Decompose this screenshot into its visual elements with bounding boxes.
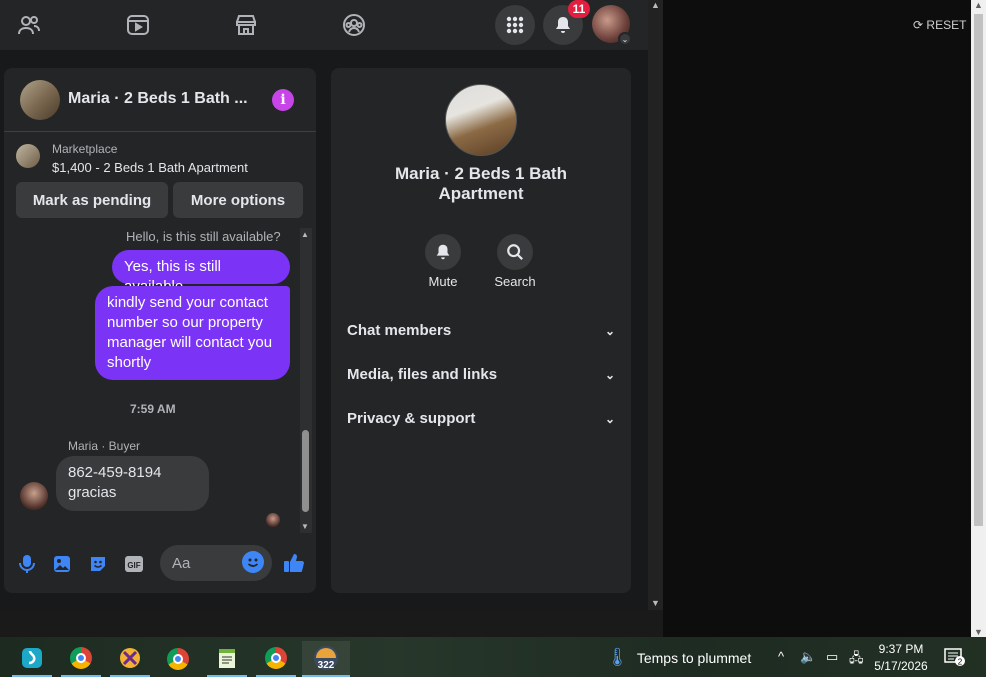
notification-center-icon[interactable]: 2 <box>944 647 966 670</box>
listing-title[interactable]: $1,400 - 2 Beds 1 Bath Apartment <box>52 160 248 175</box>
clock-date: 5/17/2026 <box>874 659 928 673</box>
message-list: Hello, is this still available? Yes, thi… <box>4 228 316 533</box>
lower-page-strip <box>0 610 663 637</box>
chat-scrollbar[interactable]: ▲ ▼ <box>300 228 312 533</box>
meet-now-icon[interactable]: ▭ <box>826 649 838 665</box>
friends-icon[interactable] <box>7 8 51 42</box>
scroll-down-arrow-icon[interactable]: ▼ <box>301 522 309 531</box>
volume-icon[interactable]: 🔈 <box>800 649 816 665</box>
window-scrollbar[interactable]: ▲ ▼ <box>971 0 986 637</box>
search-action[interactable]: Search <box>485 234 545 289</box>
scroll-up-arrow-icon[interactable]: ▲ <box>301 230 309 239</box>
chat-panel: Maria · 2 Beds 1 Bath ... i Marketplace … <box>4 68 316 593</box>
reset-button[interactable]: ⟳ RESET <box>913 18 966 32</box>
mute-label: Mute <box>428 274 458 289</box>
emoji-icon[interactable] <box>242 551 264 573</box>
conversation-info-panel: Maria · 2 Beds 1 Bath Apartment Mute Sea… <box>331 68 631 593</box>
groups-icon[interactable] <box>332 8 376 42</box>
sticker-icon[interactable] <box>87 553 109 575</box>
scroll-down-arrow-icon[interactable]: ▼ <box>974 627 983 637</box>
section-label: Privacy & support <box>347 410 476 427</box>
like-thumb-icon[interactable] <box>282 551 306 575</box>
buyer-avatar[interactable] <box>20 482 48 510</box>
refresh-icon: ⟳ <box>913 18 924 32</box>
search-label: Search <box>494 274 536 289</box>
mute-bell-icon[interactable] <box>425 234 461 270</box>
listing-thumbnail[interactable] <box>16 144 40 168</box>
page-scrollbar[interactable]: ▲ ▼ <box>648 0 663 610</box>
search-icon[interactable] <box>497 234 533 270</box>
chrome-profile-r-icon[interactable] <box>256 641 296 677</box>
notifications-badge: 11 <box>568 0 590 18</box>
photo-icon[interactable] <box>51 553 73 575</box>
show-hidden-icons-chevron-icon[interactable]: ^ <box>778 649 784 664</box>
conversation-name: Maria · 2 Beds 1 Bath Apartment <box>395 164 567 203</box>
facebook-window: 11 ⌄ Maria · 2 Beds 1 Bath ... i Marketp… <box>0 0 648 610</box>
marketplace-icon[interactable] <box>224 8 268 42</box>
microphone-icon[interactable] <box>16 553 38 575</box>
mute-action[interactable]: Mute <box>413 234 473 289</box>
chat-title[interactable]: Maria · 2 Beds 1 Bath ... <box>68 90 253 108</box>
xender-app-icon[interactable] <box>110 641 150 677</box>
chevron-down-icon: ⌄ <box>604 368 615 382</box>
network-icon[interactable]: 🖧 <box>849 649 864 671</box>
mark-pending-button[interactable]: Mark as pending <box>16 182 168 218</box>
chat-avatar[interactable] <box>20 80 60 120</box>
scroll-down-arrow-icon[interactable]: ▼ <box>651 598 660 608</box>
chevron-down-icon: ⌄ <box>604 324 615 338</box>
surfshark-app-icon[interactable] <box>12 641 52 677</box>
system-clock[interactable]: 9:37 PM 5/17/2026 <box>870 641 932 675</box>
app-badge-text: 322 <box>318 660 335 671</box>
window-scroll-thumb[interactable] <box>974 14 983 526</box>
chevron-down-icon: ⌄ <box>604 412 615 426</box>
message-timestamp: 7:59 AM <box>130 402 176 416</box>
outgoing-message[interactable]: kindly send your contact number so our p… <box>95 286 290 380</box>
section-chat-members[interactable]: Chat members ⌄ <box>347 322 615 346</box>
menu-grid-icon[interactable] <box>495 5 535 45</box>
incoming-line: 862-459-8194 <box>68 464 162 481</box>
watch-icon[interactable] <box>116 8 160 42</box>
account-chevron-icon[interactable]: ⌄ <box>618 32 632 46</box>
message-input[interactable] <box>172 553 238 573</box>
conversation-avatar[interactable] <box>445 84 517 156</box>
weather-text: Temps to plummet <box>636 650 752 666</box>
svg-text:GIF: GIF <box>127 561 140 570</box>
message-partial: Hello, is this still available? <box>126 229 281 244</box>
chat-scroll-thumb[interactable] <box>302 430 309 512</box>
chrome-icon[interactable] <box>158 641 198 677</box>
scroll-up-arrow-icon[interactable]: ▲ <box>651 0 660 10</box>
section-privacy-support[interactable]: Privacy & support ⌄ <box>347 410 615 434</box>
seen-avatar <box>266 513 280 527</box>
marketplace-label: Marketplace <box>52 142 118 156</box>
notepad-app-icon[interactable] <box>207 641 247 677</box>
thermometer-icon: 🌡 <box>606 647 629 667</box>
section-media-files-links[interactable]: Media, files and links ⌄ <box>347 366 615 390</box>
outgoing-message[interactable]: Yes, this is still available <box>112 250 290 295</box>
incoming-message[interactable]: 862-459-8194 gracias <box>56 456 209 511</box>
active-app-icon[interactable]: 322 <box>302 641 350 677</box>
gif-icon[interactable]: GIF <box>123 553 145 575</box>
side-pane: ⟳ RESET <box>663 0 971 637</box>
clock-time: 9:37 PM <box>878 642 924 656</box>
section-label: Media, files and links <box>347 366 498 383</box>
notification-count: 2 <box>958 658 963 667</box>
incoming-line: gracias <box>68 484 117 501</box>
chrome-profile-icon[interactable] <box>61 641 101 677</box>
scroll-up-arrow-icon[interactable]: ▲ <box>974 0 983 10</box>
weather-widget[interactable]: 🌡 Temps to plummet <box>606 647 751 668</box>
screen: 11 ⌄ Maria · 2 Beds 1 Bath ... i Marketp… <box>0 0 986 677</box>
more-options-button[interactable]: More options <box>173 182 303 218</box>
taskbar: 322 🌡 Temps to plummet ^ 🔈 ▭ 🖧 9:37 PM 5/… <box>0 637 986 677</box>
chat-header: Maria · 2 Beds 1 Bath ... i <box>4 68 316 132</box>
section-label: Chat members <box>347 322 452 339</box>
info-icon[interactable]: i <box>272 89 294 111</box>
top-navigation: 11 ⌄ <box>0 0 648 50</box>
sender-label: Maria · Buyer <box>68 439 141 453</box>
marketplace-banner: Marketplace $1,400 - 2 Beds 1 Bath Apart… <box>4 132 316 228</box>
message-composer: GIF <box>4 533 316 593</box>
reset-label: RESET <box>926 18 967 32</box>
